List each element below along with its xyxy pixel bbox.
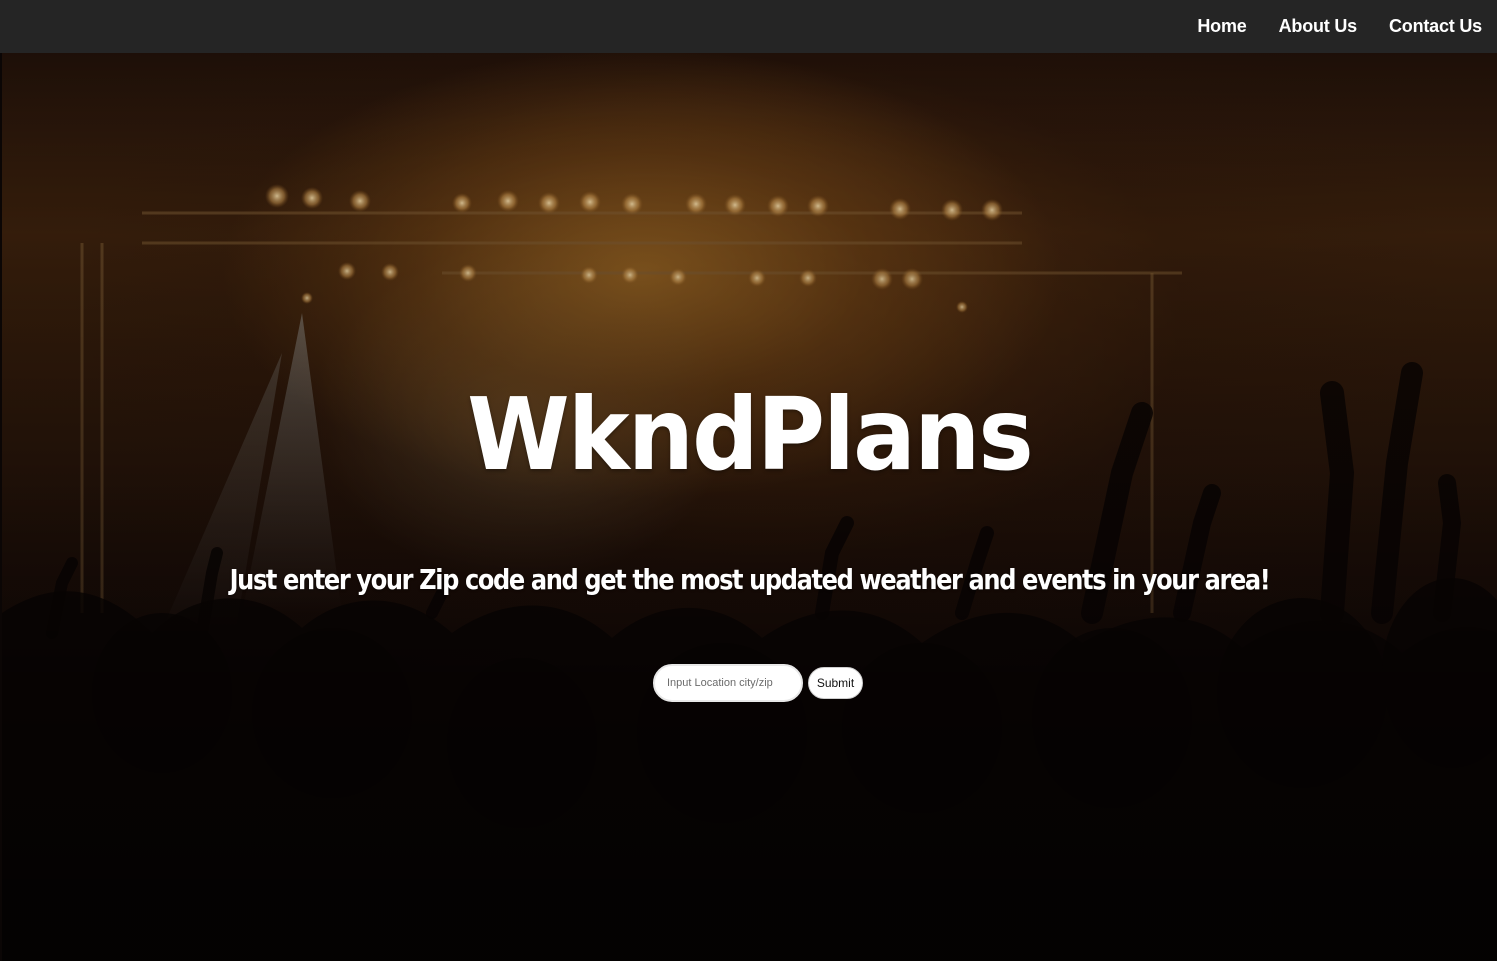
hero-content: WkndPlans Just enter your Zip code and g… [2,53,1497,961]
hero-tagline: Just enter your Zip code and get the mos… [229,563,1271,596]
nav-contact-link[interactable]: Contact Us [1389,16,1482,37]
hero-section: WkndPlans Just enter your Zip code and g… [2,53,1497,961]
top-navbar: Home About Us Contact Us [0,0,1497,53]
location-input[interactable] [653,664,803,702]
submit-button[interactable]: Submit [808,667,863,699]
location-search-form: Submit [653,664,863,702]
nav-about-link[interactable]: About Us [1279,16,1358,37]
site-title: WkndPlans [467,376,1034,493]
nav-home-link[interactable]: Home [1197,16,1246,37]
